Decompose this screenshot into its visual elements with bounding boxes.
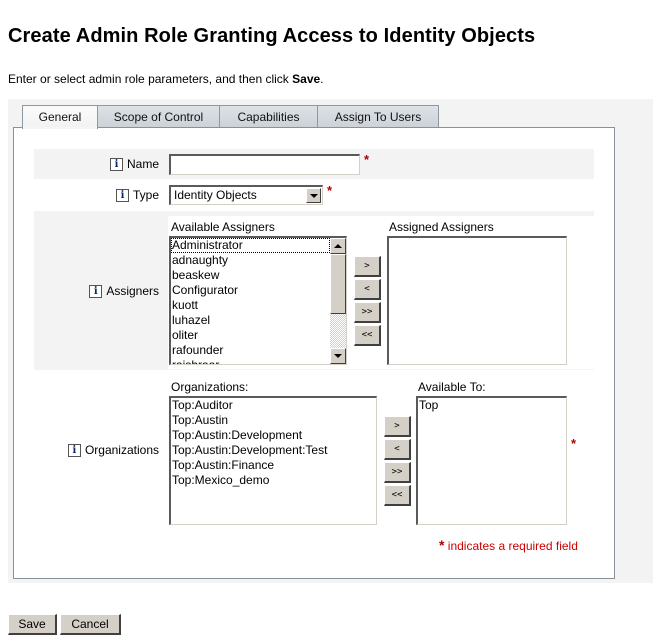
scrollbar[interactable] <box>330 238 346 364</box>
tab-assign-to-users[interactable]: Assign To Users <box>317 105 439 128</box>
assigners-label-text: Assigners <box>106 284 159 298</box>
required-field-note: * indicates a required field <box>439 537 578 553</box>
assigners-label: i Assigners <box>34 282 159 300</box>
list-item[interactable]: Top:Austin:Development <box>171 428 376 443</box>
name-required-icon: * <box>364 152 370 167</box>
list-item[interactable]: Top <box>418 398 566 413</box>
add-all-organizations-button[interactable]: >> <box>384 462 411 483</box>
list-item[interactable]: rafounder <box>171 343 330 358</box>
assigned-assigners-label: Assigned Assigners <box>389 220 494 234</box>
available-assigners-list[interactable]: Administrator adnaughty beaskew Configurato… <box>169 236 347 365</box>
type-select[interactable]: Identity Objects <box>169 185 323 205</box>
active-tab-join <box>23 127 97 129</box>
info-icon[interactable]: i <box>115 188 129 202</box>
list-item[interactable]: beaskew <box>171 268 330 283</box>
page-title: Create Admin Role Granting Access to Ide… <box>8 25 536 47</box>
organizations-list-label: Organizations: <box>171 380 249 394</box>
available-assigners-label: Available Assigners <box>171 220 275 234</box>
tab-scope-of-control[interactable]: Scope of Control <box>97 105 220 128</box>
list-item[interactable]: raishraar <box>171 358 330 364</box>
assigned-assigners-list[interactable] <box>387 236 567 365</box>
list-item[interactable]: Administrator <box>171 238 330 253</box>
list-item[interactable]: luhazel <box>171 313 330 328</box>
type-label: i Type <box>34 186 159 204</box>
info-icon[interactable]: i <box>89 284 103 298</box>
remove-all-assigners-button[interactable]: << <box>354 325 381 346</box>
name-label: i Name <box>34 149 159 179</box>
list-item[interactable]: Top:Austin:Finance <box>171 458 376 473</box>
remove-all-organizations-button[interactable]: << <box>384 485 411 506</box>
list-item[interactable]: Top:Mexico_demo <box>171 473 376 488</box>
list-item[interactable]: Configurator <box>171 283 330 298</box>
instructions: Enter or select admin role parameters, a… <box>8 72 324 86</box>
required-field-note-text: indicates a required field <box>447 539 578 553</box>
organizations-label: i Organizations <box>34 441 159 459</box>
info-icon[interactable]: i <box>109 157 123 171</box>
list-item[interactable]: adnaughty <box>171 253 330 268</box>
cancel-button[interactable]: Cancel <box>60 614 121 635</box>
name-input[interactable] <box>169 154 360 175</box>
name-label-text: Name <box>126 157 159 171</box>
list-item[interactable]: Top:Austin:Development:Test <box>171 443 376 458</box>
chevron-down-icon[interactable] <box>306 188 321 203</box>
required-icon: * <box>439 537 445 553</box>
list-item[interactable]: Top:Austin <box>171 413 376 428</box>
remove-assigner-button[interactable]: < <box>354 279 381 300</box>
tab-capabilities[interactable]: Capabilities <box>219 105 318 128</box>
type-label-text: Type <box>132 188 159 202</box>
organizations-list[interactable]: Top:Auditor Top:Austin Top:Austin:Developm… <box>169 396 377 525</box>
organizations-required-icon: * <box>571 436 577 451</box>
instructions-text: Enter or select admin role parameters, a… <box>8 72 293 86</box>
add-organization-button[interactable]: > <box>384 416 411 437</box>
instructions-suffix: . <box>320 72 324 86</box>
info-icon[interactable]: i <box>67 443 81 457</box>
available-to-list[interactable]: Top <box>416 396 567 525</box>
available-to-label: Available To: <box>418 380 486 394</box>
organizations-label-text: Organizations <box>84 443 159 457</box>
scroll-up-icon[interactable] <box>330 238 346 254</box>
type-required-icon: * <box>327 183 333 198</box>
scrollbar-thumb[interactable] <box>330 254 346 314</box>
tab-general[interactable]: General <box>22 105 98 129</box>
list-item[interactable]: Top:Auditor <box>171 398 376 413</box>
scroll-down-icon[interactable] <box>330 348 346 364</box>
list-item[interactable]: kuott <box>171 298 330 313</box>
list-item[interactable]: oliter <box>171 328 330 343</box>
type-select-value: Identity Objects <box>174 188 257 202</box>
save-button[interactable]: Save <box>8 614 57 635</box>
add-assigner-button[interactable]: > <box>354 256 381 277</box>
add-all-assigners-button[interactable]: >> <box>354 302 381 323</box>
instructions-save-word: Save <box>292 72 321 86</box>
remove-organization-button[interactable]: < <box>384 439 411 460</box>
